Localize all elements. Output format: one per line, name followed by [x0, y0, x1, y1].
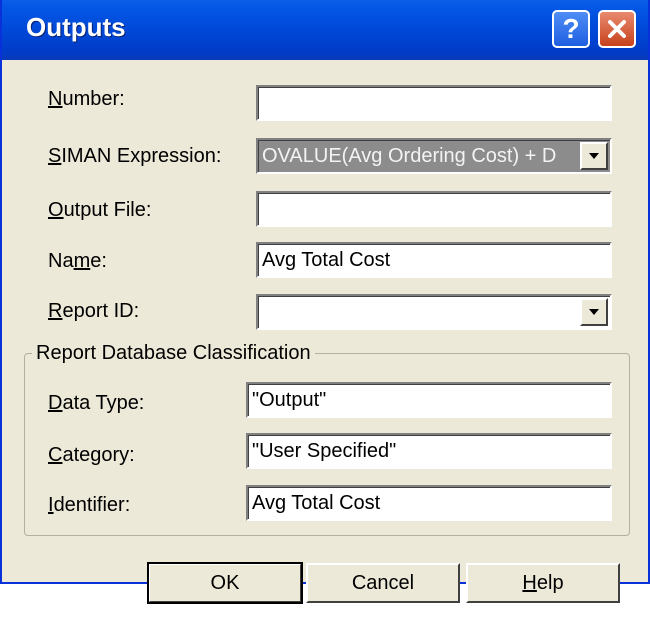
close-x-icon [608, 20, 626, 38]
help-button[interactable]: Help [466, 563, 620, 603]
category-input[interactable]: "User Specified" [246, 433, 612, 469]
number-label: Number: [48, 88, 125, 110]
question-mark-icon: ? [562, 13, 580, 44]
report-id-label: Report ID: [48, 300, 140, 322]
cancel-button[interactable]: Cancel [306, 563, 460, 603]
number-input[interactable] [256, 85, 612, 121]
ok-button[interactable]: OK [147, 562, 303, 604]
siman-expression-value: OVALUE(Avg Ordering Cost) + D [262, 145, 557, 167]
down-arrow-icon [589, 309, 599, 315]
help-button-mnemonic: H [522, 571, 537, 594]
down-arrow-icon [589, 153, 599, 159]
close-button[interactable] [598, 10, 636, 48]
data-type-input[interactable]: "Output" [246, 382, 612, 418]
help-button-label: elp [536, 571, 564, 594]
dialog-title: Outputs [26, 12, 126, 42]
siman-expression-combo[interactable]: OVALUE(Avg Ordering Cost) + D [256, 138, 612, 174]
report-id-dropdown-button[interactable] [580, 298, 608, 326]
siman-expression-label: SIMAN Expression: [48, 145, 222, 167]
data-type-label: Data Type: [48, 392, 145, 414]
help-title-button[interactable]: ? [552, 10, 590, 48]
category-label: Category: [48, 444, 135, 466]
name-input[interactable]: Avg Total Cost [256, 242, 612, 278]
group-title: Report Database Classification [32, 342, 315, 365]
output-file-input[interactable] [256, 191, 612, 227]
outputs-dialog: Outputs ? Number: SIMAN Expression: OVAL… [0, 0, 650, 584]
report-id-combo[interactable] [256, 294, 612, 330]
output-file-label: Output File: [48, 199, 152, 221]
title-bar[interactable]: Outputs ? [2, 0, 648, 60]
identifier-input[interactable]: Avg Total Cost [246, 485, 612, 521]
siman-dropdown-button[interactable] [580, 142, 608, 170]
identifier-label: Identifier: [48, 494, 131, 516]
name-label: Name: [48, 250, 107, 272]
